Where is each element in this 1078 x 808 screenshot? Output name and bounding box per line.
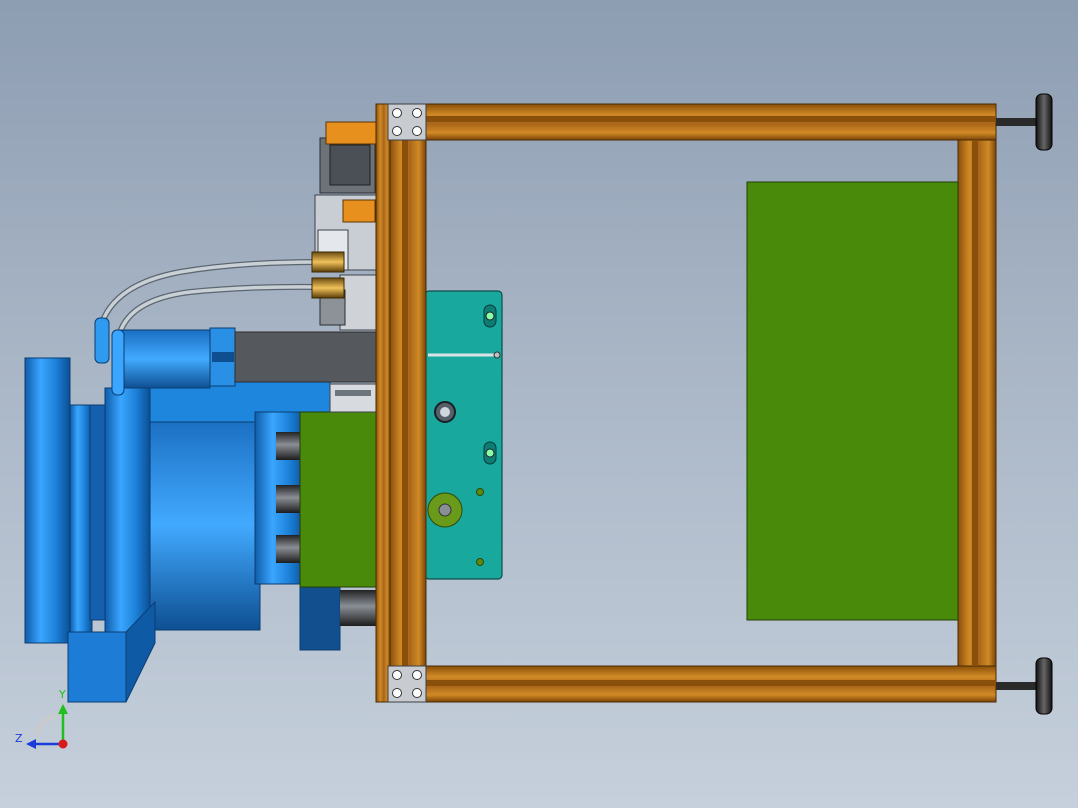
controller-board[interactable] [746, 181, 959, 621]
side-plate[interactable] [299, 411, 379, 588]
mounting-plate[interactable] [424, 290, 503, 580]
slide-bar [234, 331, 381, 383]
cad-viewport[interactable]: Y Z [0, 0, 1078, 808]
x-axis-point [58, 739, 68, 749]
leveling-foot-bottom[interactable] [996, 657, 1053, 715]
corner-connector-top [387, 103, 427, 141]
orientation-triad[interactable] [26, 704, 68, 749]
bracket-block [325, 121, 377, 145]
y-axis-label: Y [59, 688, 66, 701]
fitting-lower [311, 277, 345, 299]
fitting-upper [311, 251, 345, 273]
leveling-foot-top[interactable] [996, 93, 1053, 151]
corner-connector-bottom [387, 665, 427, 703]
z-axis-label: Z [15, 732, 23, 745]
assembly-drawing[interactable] [0, 0, 1078, 808]
